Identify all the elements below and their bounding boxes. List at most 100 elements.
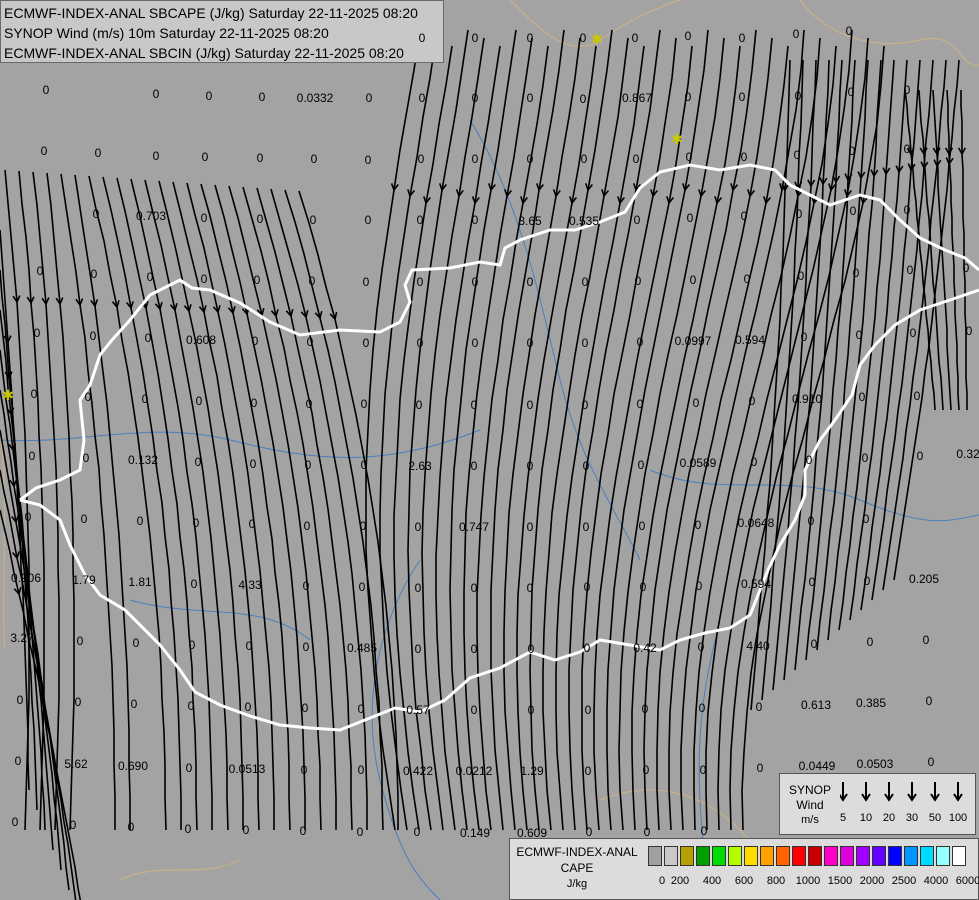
cape-value-label: 0.57 <box>406 703 430 717</box>
cape-value-label: 0 <box>244 700 252 714</box>
cape-value-label: 3.27 <box>10 631 34 645</box>
cape-value-label: 0 <box>24 510 32 524</box>
cape-value-label: 0 <box>470 459 478 473</box>
cape-value-label: 0 <box>471 31 479 45</box>
wind-speed-label: 100 <box>948 812 968 824</box>
cape-value-label: 0 <box>579 31 587 45</box>
cape-value-label: 0 <box>251 334 259 348</box>
cape-value-label: 0 <box>584 703 592 717</box>
map-title-box: ECMWF-INDEX-ANAL SBCAPE (J/kg) Saturday … <box>0 0 444 63</box>
cape-value-label: 0 <box>28 449 36 463</box>
cape-value-label: 0 <box>302 640 310 654</box>
cape-value-label: 0.42 <box>633 641 657 655</box>
cape-value-label: 4.33 <box>238 578 262 592</box>
cape-color-swatch <box>696 846 710 866</box>
cape-value-label: 0 <box>16 693 24 707</box>
map-view[interactable]: ✱ ✱ ✱ ECMWF-INDEX-ANAL SBCAPE (J/kg) Satur… <box>0 0 979 900</box>
cape-value-label: 0.0589 <box>679 456 717 470</box>
cape-value-label: 0 <box>855 328 863 342</box>
cape-value-label: 0 <box>810 637 818 651</box>
cape-value-label: 0 <box>526 91 534 105</box>
cape-value-label: 0 <box>526 336 534 350</box>
wind-speed-label: 20 <box>882 812 896 824</box>
cape-color-swatch <box>728 846 742 866</box>
cape-value-label: 0 <box>362 336 370 350</box>
cape-value-label: 0 <box>306 335 314 349</box>
cape-color-swatch <box>808 846 822 866</box>
cape-value-label: 0 <box>36 264 44 278</box>
wind-arrow-icon <box>907 782 917 802</box>
cape-value-label: 0 <box>800 330 808 344</box>
cape-value-label: 0 <box>471 213 479 227</box>
cape-value-label: 0 <box>205 89 213 103</box>
cape-value-label: 0 <box>585 825 593 839</box>
wind-speed-label: 50 <box>928 812 942 824</box>
cape-value-label: 0 <box>581 275 589 289</box>
cape-value-label: 0 <box>903 83 911 97</box>
cape-value-label: 0 <box>581 398 589 412</box>
cape-color-swatch <box>904 846 918 866</box>
cape-value-label: 0 <box>903 142 911 156</box>
cape-value-label: 0 <box>416 275 424 289</box>
cape-value-label: 0 <box>807 514 815 528</box>
cape-value-label: 0 <box>862 512 870 526</box>
cape-color-swatch <box>648 846 662 866</box>
cape-tick-label: 0 <box>658 875 666 887</box>
wind-speed-label: 30 <box>905 812 919 824</box>
cape-tick-label: 6000 <box>955 875 979 887</box>
cape-value-label: 0 <box>82 451 90 465</box>
cape-value-label: 0.0212 <box>455 764 493 778</box>
cape-value-label: 0 <box>30 387 38 401</box>
cape-value-label: 0 <box>639 580 647 594</box>
cape-value-label: 0 <box>74 695 82 709</box>
cape-value-label: 0 <box>643 825 651 839</box>
cape-tick-label: 400 <box>702 875 722 887</box>
cape-value-label: 0 <box>256 151 264 165</box>
cape-value-label: 0 <box>913 389 921 403</box>
cape-value-label: 0 <box>188 638 196 652</box>
cape-value-label: 0 <box>195 394 203 408</box>
cape-value-label: 0 <box>414 581 422 595</box>
cape-value-label: 0 <box>642 763 650 777</box>
cape-value-label: 0 <box>808 575 816 589</box>
cape-value-label: 0 <box>185 761 193 775</box>
cape-value-label: 0 <box>33 326 41 340</box>
cape-value-label: 0 <box>194 455 202 469</box>
cape-value-label: 0 <box>416 336 424 350</box>
cape-value-label: 0.0503 <box>856 757 894 771</box>
cape-value-label: 0.149 <box>459 826 491 840</box>
cape-value-label: 0 <box>526 520 534 534</box>
cape-value-label: 0 <box>927 755 935 769</box>
cape-value-label: 0 <box>909 326 917 340</box>
cape-value-label: 0.132 <box>127 453 159 467</box>
cape-tick-label: 1500 <box>827 875 853 887</box>
wind-arrow-icon <box>884 782 894 802</box>
cape-tick-label: 2000 <box>859 875 885 887</box>
cape-value-label: 0 <box>579 92 587 106</box>
cape-value-label: 0 <box>793 148 801 162</box>
cape-value-label: 2.63 <box>408 459 432 473</box>
cape-value-label: 0 <box>634 274 642 288</box>
cape-value-label: 1.79 <box>72 573 96 587</box>
cape-value-label: 0 <box>755 700 763 714</box>
cape-value-label: 0.0449 <box>798 759 836 773</box>
wind-arrow-icon <box>930 782 940 802</box>
cape-value-label: 0 <box>470 398 478 412</box>
cape-value-label: 0 <box>922 633 930 647</box>
cape-value-label: 0 <box>89 329 97 343</box>
cape-value-label: 0 <box>14 754 22 768</box>
cape-value-label: 0 <box>190 577 198 591</box>
cape-value-label: 0 <box>797 269 805 283</box>
cape-value-label: 0 <box>633 213 641 227</box>
cape-value-label: 0 <box>526 275 534 289</box>
cape-value-label: 0 <box>743 272 751 286</box>
cape-value-label: 0 <box>863 574 871 588</box>
cape-value-label: 0 <box>300 763 308 777</box>
cape-value-label: 0 <box>127 820 135 834</box>
cape-value-label: 0.32 <box>956 447 979 461</box>
cape-tick-label: 800 <box>766 875 786 887</box>
cape-value-label: 0 <box>527 703 535 717</box>
cape-legend: ECMWF-INDEX-ANAL CAPE J/kg 0 200 400 600 800… <box>509 838 979 900</box>
cape-value-label: 0 <box>697 640 705 654</box>
cape-value-label: 0 <box>187 699 195 713</box>
